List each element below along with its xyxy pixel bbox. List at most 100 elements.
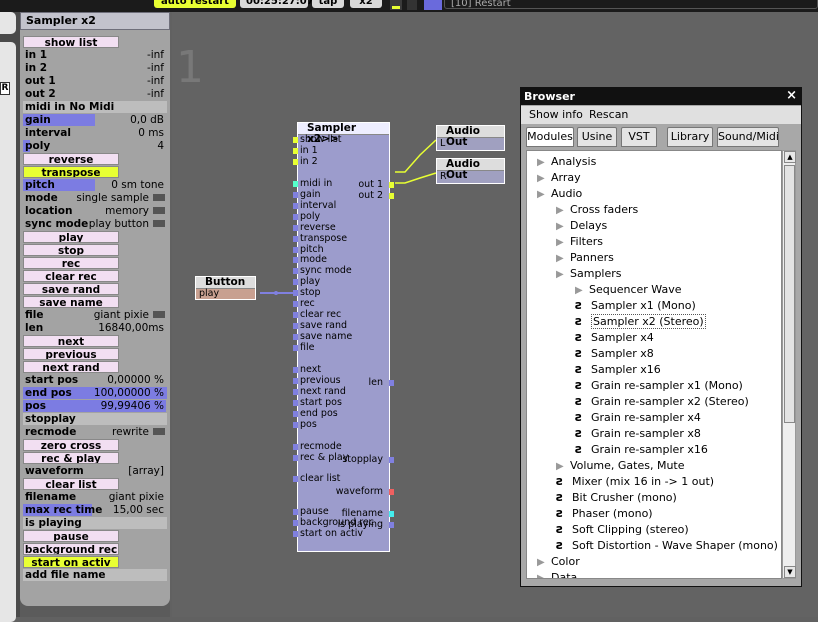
- tree-item[interactable]: ƨ Grain re-sampler x4: [575, 411, 701, 425]
- tree-item[interactable]: ▶ Data: [537, 571, 577, 578]
- tree-item[interactable]: ƨ Mixer (mix 16 in -> 1 out): [556, 475, 714, 489]
- input-port[interactable]: [293, 257, 298, 264]
- tree-item[interactable]: ▶ Analysis: [537, 155, 596, 169]
- input-port[interactable]: [293, 213, 298, 220]
- scroll-down-icon[interactable]: ▼: [784, 566, 796, 578]
- input-port[interactable]: [293, 476, 298, 483]
- tree-item[interactable]: ƨ Sampler x4: [575, 331, 654, 345]
- tree-item[interactable]: ƨ Sampler x8: [575, 346, 654, 361]
- input-port[interactable]: [293, 301, 298, 308]
- tree-scrollbar[interactable]: ▲ ▼: [782, 150, 796, 579]
- input-port[interactable]: [293, 399, 298, 406]
- tab-sound-midi[interactable]: Sound/Midi: [717, 127, 779, 147]
- tree-item[interactable]: ƨ Grain re-sampler x1 (Mono): [575, 379, 743, 393]
- tree-item-label: Grain re-sampler x16: [591, 443, 708, 456]
- input-port[interactable]: [293, 235, 298, 242]
- expand-arrow-icon: ▶: [537, 189, 545, 200]
- input-label: end pos: [300, 407, 338, 419]
- sampler-module[interactable]: Sampler x2>> show list in 1 in 2 midi in gai…: [293, 122, 394, 552]
- tree-item-label: Audio: [551, 187, 583, 200]
- scroll-thumb[interactable]: [784, 165, 795, 423]
- output-port[interactable]: [389, 181, 394, 188]
- expand-arrow-icon: ▶: [575, 285, 583, 296]
- input-port[interactable]: [293, 334, 298, 341]
- port-r[interactable]: R: [440, 172, 447, 182]
- tree-item[interactable]: ▶ Samplers: [556, 267, 622, 281]
- input-port[interactable]: [293, 366, 298, 373]
- tree-item[interactable]: ƨ Sampler x1 (Mono): [575, 299, 696, 313]
- menu-show-info[interactable]: Show info: [529, 108, 583, 121]
- input-port[interactable]: [293, 137, 298, 143]
- audio-out-title: Audio Out: [437, 159, 504, 181]
- button-play-port[interactable]: play: [199, 289, 219, 299]
- wire-out2-R: [395, 172, 437, 184]
- module-icon: ƨ: [575, 362, 583, 376]
- input-port[interactable]: [293, 531, 298, 538]
- input-port[interactable]: [293, 345, 298, 352]
- input-port[interactable]: [293, 421, 298, 428]
- output-port[interactable]: [389, 511, 394, 518]
- tab-usine[interactable]: Usine: [577, 127, 617, 147]
- output-port[interactable]: [389, 456, 394, 463]
- tree-item[interactable]: ƨ Sampler x2 (Stereo): [575, 314, 706, 329]
- tab-library[interactable]: Library: [667, 127, 713, 147]
- output-port[interactable]: [389, 522, 394, 529]
- output-port[interactable]: [389, 379, 394, 386]
- tree-item[interactable]: ƨ Sampler x16: [575, 362, 661, 377]
- input-label: file: [300, 342, 315, 354]
- input-port[interactable]: [293, 388, 298, 395]
- input-port[interactable]: [293, 268, 298, 275]
- tree-item[interactable]: ƨ Soft Clipping (stereo): [556, 523, 689, 537]
- tree-item[interactable]: ▶ Panners: [556, 251, 614, 265]
- output-port[interactable]: [389, 192, 394, 199]
- input-port[interactable]: [293, 191, 298, 198]
- tree-item[interactable]: ƨ Bit Crusher (mono): [556, 490, 677, 505]
- input-port[interactable]: [293, 520, 298, 527]
- button-module[interactable]: Button play: [195, 276, 256, 300]
- module-icon: ƨ: [575, 346, 583, 360]
- tree-item-label: Grain re-sampler x8: [591, 427, 701, 440]
- input-port[interactable]: [293, 509, 298, 516]
- tree-item[interactable]: ▶ Cross faders: [556, 203, 638, 217]
- tree-item[interactable]: ▶ Array: [537, 171, 581, 185]
- tree-item[interactable]: ▶ Audio: [537, 187, 582, 201]
- input-port[interactable]: [293, 443, 298, 450]
- input-port[interactable]: [293, 410, 298, 417]
- audio-out-l-module[interactable]: Audio Out L: [436, 125, 505, 151]
- tree-item-label: Volume, Gates, Mute: [570, 459, 685, 472]
- tree-item[interactable]: ƨ Grain re-sampler x2 (Stereo): [575, 395, 749, 409]
- input-port[interactable]: [293, 147, 298, 154]
- tree-item[interactable]: ƨ Grain re-sampler x8: [575, 427, 701, 441]
- close-icon[interactable]: ×: [786, 89, 797, 103]
- input-port[interactable]: [293, 454, 298, 461]
- tab-modules[interactable]: Modules: [526, 127, 574, 147]
- input-label: mode: [300, 254, 327, 266]
- input-port[interactable]: [293, 377, 298, 384]
- tree-item[interactable]: ▶ Volume, Gates, Mute: [556, 459, 685, 473]
- input-port[interactable]: [293, 279, 298, 286]
- input-port[interactable]: [293, 323, 298, 330]
- input-port[interactable]: [293, 312, 298, 319]
- expand-arrow-icon: ▶: [556, 461, 564, 472]
- tree-item[interactable]: ▶ Sequencer Wave: [575, 283, 681, 297]
- input-port[interactable]: [293, 246, 298, 253]
- tree-item[interactable]: ƨ Soft Distortion - Wave Shaper (mono): [556, 539, 778, 553]
- module-icon: ƨ: [556, 490, 564, 504]
- tree-item[interactable]: ▶ Delays: [556, 219, 607, 233]
- output-port[interactable]: [389, 489, 394, 496]
- input-port[interactable]: [293, 180, 298, 187]
- tree-item[interactable]: ▶ Color: [537, 555, 580, 569]
- menu-rescan[interactable]: Rescan: [589, 108, 628, 121]
- input-port[interactable]: [293, 158, 298, 165]
- tree-item[interactable]: ▶ Filters: [556, 235, 603, 249]
- tab-vst[interactable]: VST: [621, 127, 657, 147]
- input-port[interactable]: [293, 224, 298, 231]
- scroll-up-icon[interactable]: ▲: [784, 151, 796, 163]
- input-port[interactable]: [293, 290, 298, 297]
- module-tree: ▶ Analysis ▶ Array ▶ Audio ▶ Cross faders ▶ Delay…: [526, 150, 782, 579]
- input-port[interactable]: [293, 202, 298, 209]
- tree-item[interactable]: ƨ Grain re-sampler x16: [575, 443, 708, 457]
- port-l[interactable]: L: [440, 139, 445, 149]
- audio-out-r-module[interactable]: Audio Out R: [436, 158, 505, 184]
- tree-item[interactable]: ƨ Phaser (mono): [556, 507, 653, 521]
